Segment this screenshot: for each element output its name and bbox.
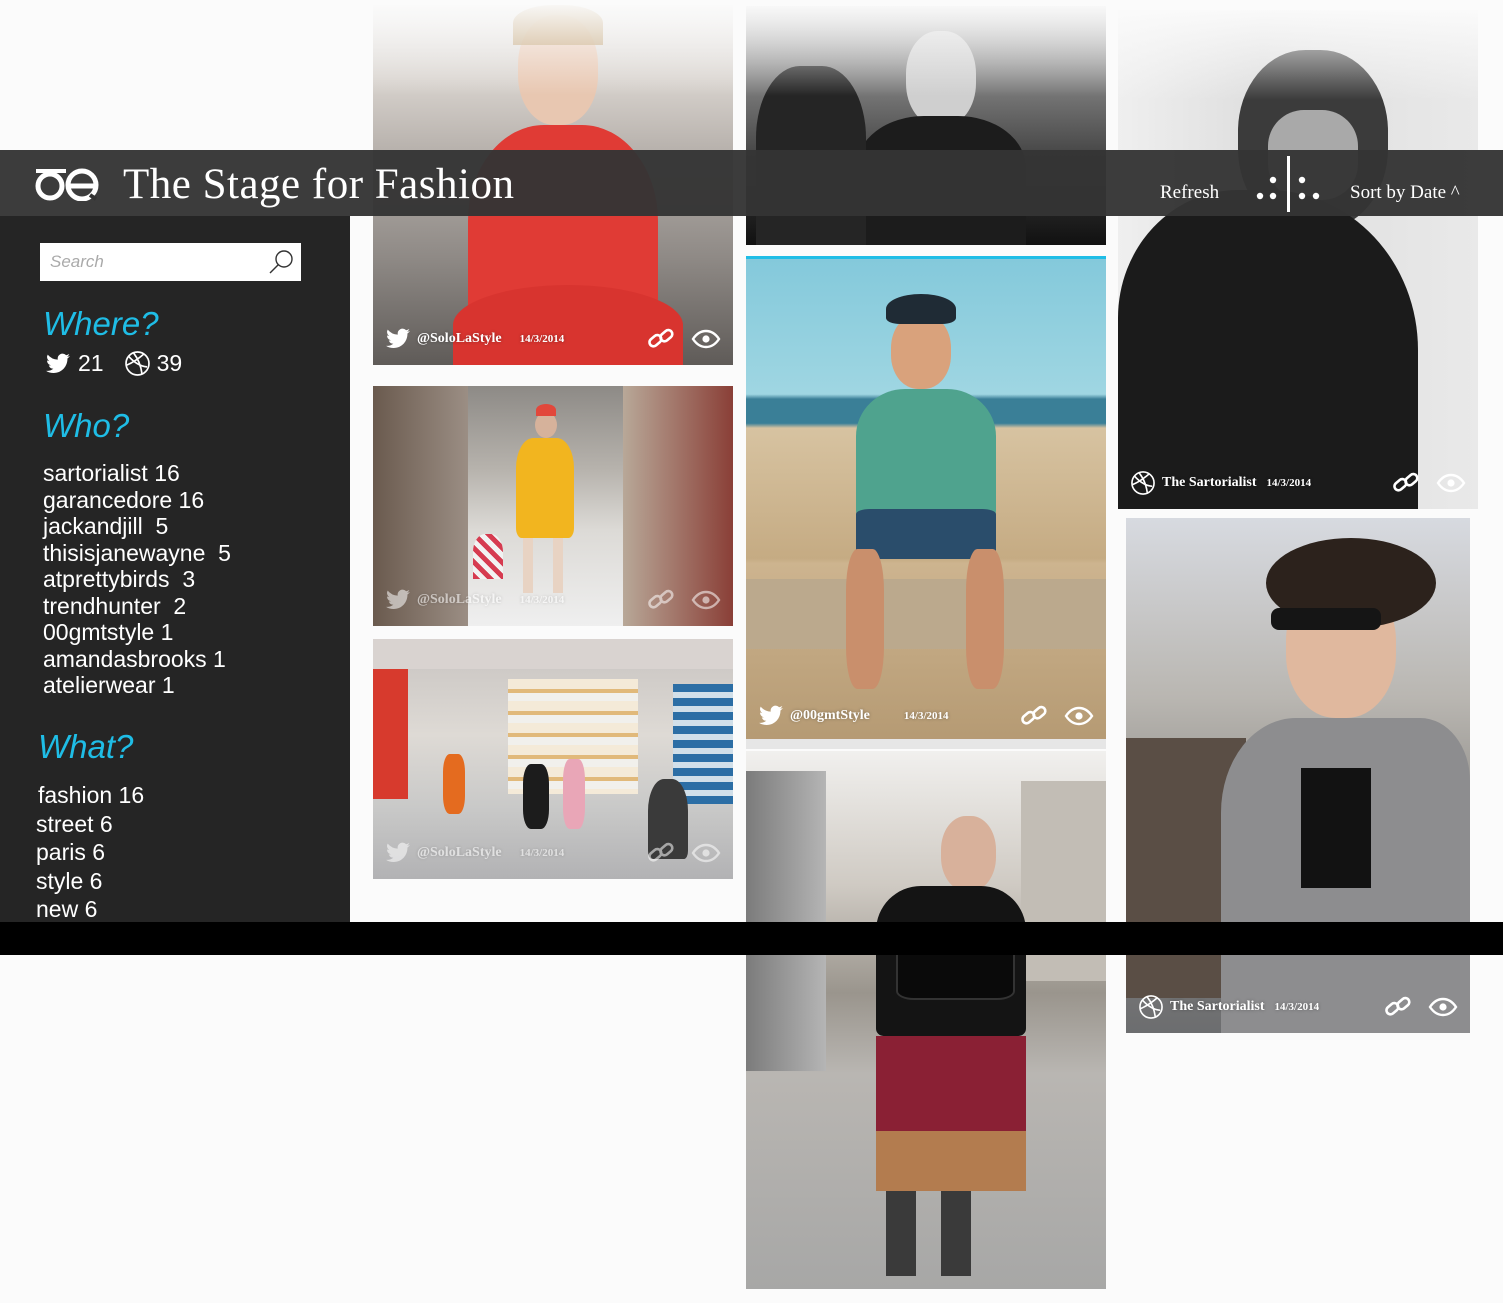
source-counts: 21 39 xyxy=(44,350,202,377)
who-item[interactable]: jackandjill 5 xyxy=(43,513,231,540)
dribbble-icon[interactable] xyxy=(124,350,151,377)
card-meta: @SoloLaStyle 14/3/2014 xyxy=(373,837,733,869)
what-item[interactable]: paris 6 xyxy=(36,838,144,867)
eye-icon[interactable] xyxy=(691,841,721,865)
link-icon[interactable] xyxy=(1020,704,1050,728)
eye-icon[interactable] xyxy=(691,327,721,351)
where-heading: Where? xyxy=(43,305,159,342)
who-item[interactable]: thisisjanewayne 5 xyxy=(43,540,231,567)
what-list: fashion 16 street 6 paris 6 style 6 new … xyxy=(36,781,144,924)
twitter-count[interactable]: 21 xyxy=(78,350,104,377)
card-meta: @00gmtStyle 14/3/2014 xyxy=(746,700,1106,732)
who-item[interactable]: 00gmtstyle 1 xyxy=(43,619,231,646)
sort-by-date-button[interactable]: Sort by Date ^ xyxy=(1350,182,1460,204)
card-date: 14/3/2014 xyxy=(903,710,949,722)
who-item[interactable]: amandasbrooks 1 xyxy=(43,646,231,673)
card-meta: @SoloLaStyle 14/3/2014 xyxy=(373,584,733,616)
eye-icon[interactable] xyxy=(691,588,721,612)
grid-layout-icon[interactable] xyxy=(1252,154,1322,214)
twitter-icon[interactable] xyxy=(44,351,72,377)
twitter-icon[interactable] xyxy=(758,703,784,729)
who-heading: Who? xyxy=(43,407,130,444)
oe-logo-icon[interactable] xyxy=(34,165,102,201)
card-divider xyxy=(746,739,1106,749)
eye-icon[interactable] xyxy=(1436,471,1466,495)
photo-man-burgundy-skirt xyxy=(746,751,1106,1289)
card-date: 14/3/2014 xyxy=(519,847,565,859)
sidebar: Where? 21 39 Who? sartorialist 16 garanc… xyxy=(0,216,350,922)
feed-card[interactable]: The Sartorialist 14/3/2014 xyxy=(1126,518,1470,1033)
what-item[interactable]: style 6 xyxy=(36,867,144,896)
dribbble-icon[interactable] xyxy=(1130,470,1156,496)
card-date: 14/3/2014 xyxy=(1274,1001,1320,1013)
twitter-icon[interactable] xyxy=(385,840,411,866)
who-item[interactable]: atelierwear 1 xyxy=(43,672,231,699)
card-handle[interactable]: @SoloLaStyle xyxy=(417,331,502,347)
twitter-icon[interactable] xyxy=(385,326,411,352)
what-item[interactable]: fashion 16 xyxy=(36,781,144,810)
who-item[interactable]: trendhunter 2 xyxy=(43,593,231,620)
card-handle[interactable]: The Sartorialist xyxy=(1170,999,1265,1015)
search-input[interactable] xyxy=(40,243,280,281)
card-meta: The Sartorialist 14/3/2014 xyxy=(1126,991,1470,1023)
card-meta: @SoloLaStyle 14/3/2014 xyxy=(373,323,733,355)
who-list: sartorialist 16 garancedore 16 jackandji… xyxy=(43,460,231,699)
what-item[interactable]: street 6 xyxy=(36,810,144,839)
photo-man-beach xyxy=(746,259,1106,742)
feed-card[interactable]: @00gmtStyle 14/3/2014 xyxy=(746,256,1106,742)
link-icon[interactable] xyxy=(647,327,677,351)
card-handle[interactable]: @SoloLaStyle xyxy=(417,845,502,861)
photo-man-grey-coat xyxy=(1126,518,1470,1033)
eye-icon[interactable] xyxy=(1428,995,1458,1019)
card-handle[interactable]: @00gmtStyle xyxy=(790,708,870,724)
feed-card[interactable]: The Sartorialist 14/3/2014 xyxy=(1118,10,1478,509)
feed-card[interactable]: @SoloLaStyle 14/3/2014 xyxy=(373,386,733,626)
card-handle[interactable]: The Sartorialist xyxy=(1162,475,1257,491)
link-icon[interactable] xyxy=(1392,471,1422,495)
feed-card[interactable]: @SoloLaStyle 14/3/2014 xyxy=(373,639,733,879)
page-title: The Stage for Fashion xyxy=(123,161,515,208)
card-handle[interactable]: @SoloLaStyle xyxy=(417,592,502,608)
who-item[interactable]: garancedore 16 xyxy=(43,487,231,514)
refresh-button[interactable]: Refresh xyxy=(1160,182,1219,204)
who-item[interactable]: sartorialist 16 xyxy=(43,460,231,487)
dribbble-icon[interactable] xyxy=(1138,994,1164,1020)
dribbble-count[interactable]: 39 xyxy=(157,350,183,377)
feed-card[interactable] xyxy=(746,751,1106,1289)
what-item[interactable]: new 6 xyxy=(36,895,144,924)
link-icon[interactable] xyxy=(647,588,677,612)
search-icon[interactable] xyxy=(267,248,295,276)
what-heading: What? xyxy=(38,728,134,765)
who-item[interactable]: atprettybirds 3 xyxy=(43,566,231,593)
eye-icon[interactable] xyxy=(1064,704,1094,728)
bottom-band xyxy=(0,922,1503,955)
search-box xyxy=(40,243,301,281)
photo-man-black-sweater xyxy=(1118,10,1478,509)
card-date: 14/3/2014 xyxy=(519,333,565,345)
link-icon[interactable] xyxy=(1384,995,1414,1019)
card-date: 14/3/2014 xyxy=(1266,477,1312,489)
twitter-icon[interactable] xyxy=(385,587,411,613)
link-icon[interactable] xyxy=(647,841,677,865)
card-meta: The Sartorialist 14/3/2014 xyxy=(1118,467,1478,499)
card-date: 14/3/2014 xyxy=(519,594,565,606)
